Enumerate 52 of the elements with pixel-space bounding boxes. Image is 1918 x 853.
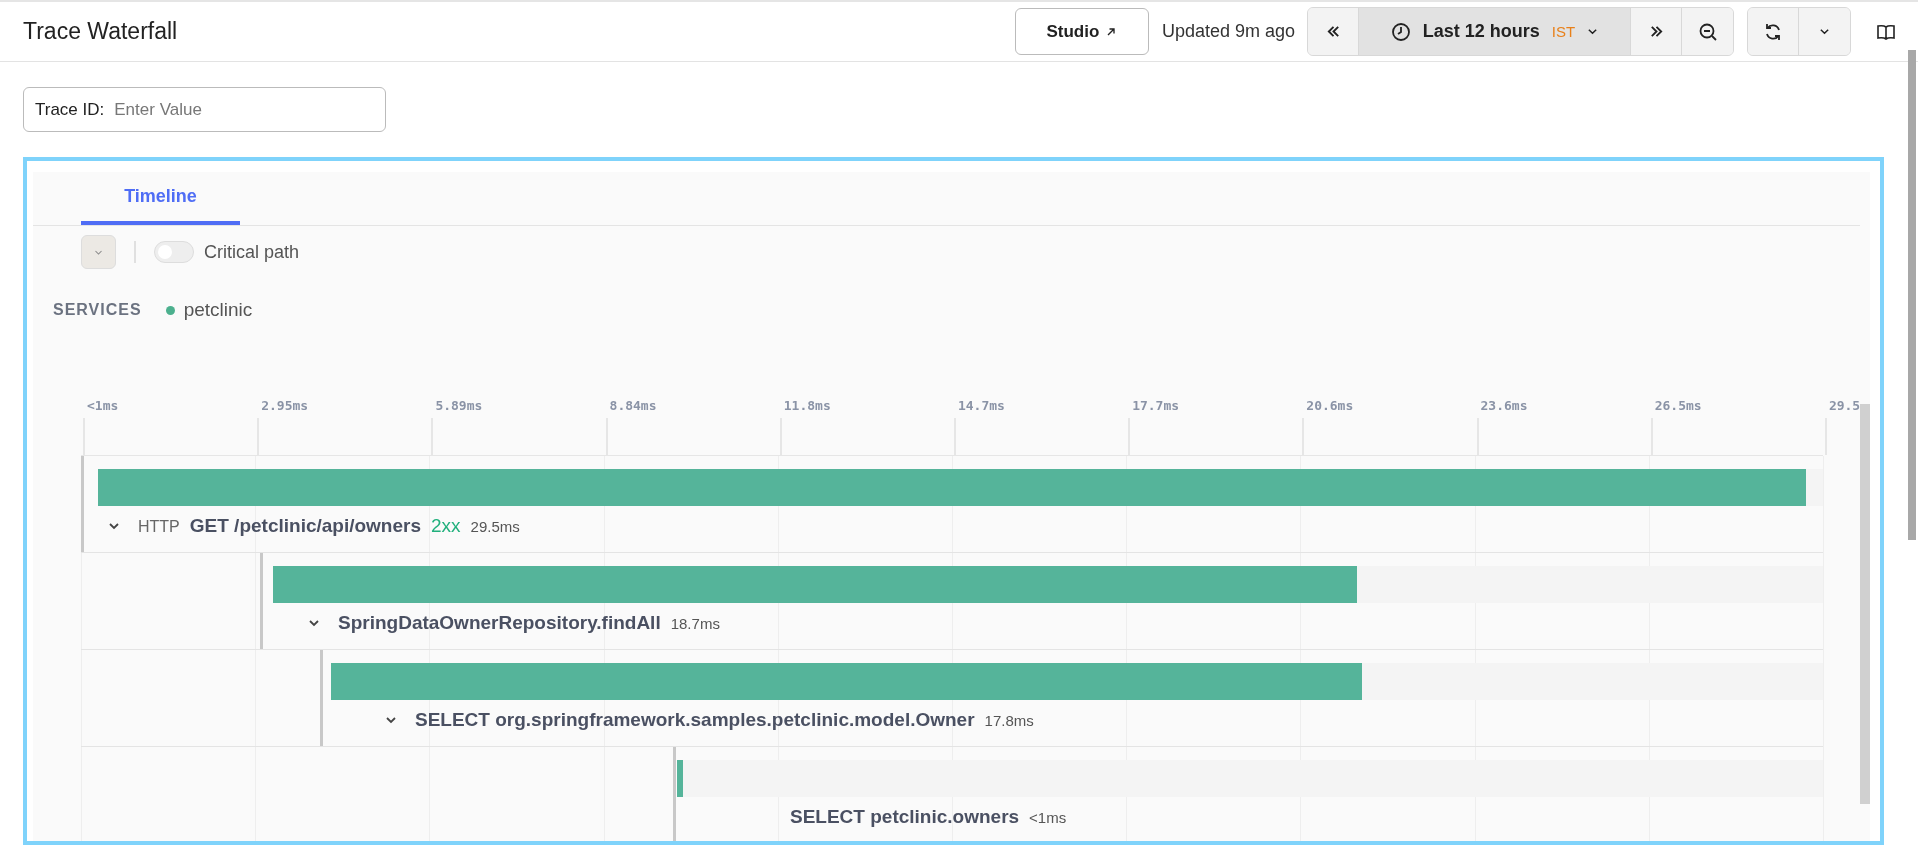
previous-range-button[interactable] — [1308, 8, 1359, 55]
span-duration: 18.7ms — [670, 615, 720, 632]
axis-tick-label: 14.7ms — [957, 398, 1005, 413]
span-bar[interactable] — [330, 663, 1362, 700]
axis-tick-label: 8.84ms — [609, 398, 657, 413]
double-chevron-left-icon — [1325, 24, 1341, 39]
span-bar[interactable] — [677, 760, 683, 797]
span-type-label: HTTP — [138, 518, 180, 536]
zoom-out-icon — [1697, 21, 1718, 42]
axis-tick-label: 29.5 — [1828, 398, 1860, 413]
axis-tick-label: 23.6ms — [1480, 398, 1528, 413]
updated-text: Updated 9m ago — [1161, 21, 1295, 42]
trace-id-label: Trace ID: — [35, 99, 105, 120]
caret-icon — [1819, 26, 1830, 37]
arrow-up-right-icon — [1105, 25, 1118, 38]
span-bar[interactable] — [273, 566, 1357, 603]
trace-id-field[interactable]: Trace ID: Enter Value — [23, 87, 386, 132]
span-duration: <1ms — [1029, 809, 1067, 826]
collapse-button[interactable] — [81, 235, 116, 269]
span-name: SELECT petclinic.owners — [790, 806, 1020, 828]
span-duration: 17.8ms — [984, 712, 1034, 729]
trace-id-input[interactable]: Enter Value — [112, 98, 317, 121]
page-scrollbar-thumb[interactable] — [1908, 50, 1916, 540]
span-name: SELECT org.springframework.samples.petclinic.model.Owner — [415, 709, 975, 731]
axis-tick-label: 20.6ms — [1306, 398, 1354, 413]
expand-caret-icon[interactable] — [308, 617, 320, 629]
status-code: 2xx — [431, 515, 461, 537]
axis-tick-label: <1ms — [87, 398, 119, 413]
page-title: Trace Waterfall — [23, 18, 178, 45]
clock-icon — [1390, 21, 1411, 42]
span-name: SpringDataOwnerRepository.findAll — [338, 612, 661, 634]
service-name: petclinic — [183, 299, 253, 321]
time-range-button[interactable]: Last 12 hours IST — [1359, 8, 1631, 55]
expand-caret-icon[interactable] — [385, 714, 397, 726]
axis-tick-label: 26.5ms — [1654, 398, 1702, 413]
span-duration: 29.5ms — [470, 518, 520, 535]
axis-tick-label: 17.7ms — [1132, 398, 1180, 413]
critical-path-toggle[interactable] — [154, 241, 194, 263]
refresh-icon — [1763, 21, 1783, 42]
axis-tick-label: 2.95ms — [261, 398, 309, 413]
scrollbar-thumb[interactable] — [1860, 404, 1870, 804]
expand-caret-icon[interactable] — [108, 520, 120, 532]
studio-button[interactable]: Studio — [1014, 8, 1149, 55]
span-name: GET /petclinic/api/owners — [189, 515, 421, 537]
refresh-button[interactable] — [1748, 8, 1799, 55]
axis-tick-label: 5.89ms — [435, 398, 483, 413]
caret-icon — [1587, 26, 1599, 37]
critical-path-label: Critical path — [204, 241, 300, 263]
services-label: SERVICES — [53, 301, 142, 319]
double-chevron-right-icon — [1648, 24, 1664, 39]
axis-tick-label: 11.8ms — [783, 398, 831, 413]
timeline-tab[interactable]: Timeline — [81, 172, 240, 225]
